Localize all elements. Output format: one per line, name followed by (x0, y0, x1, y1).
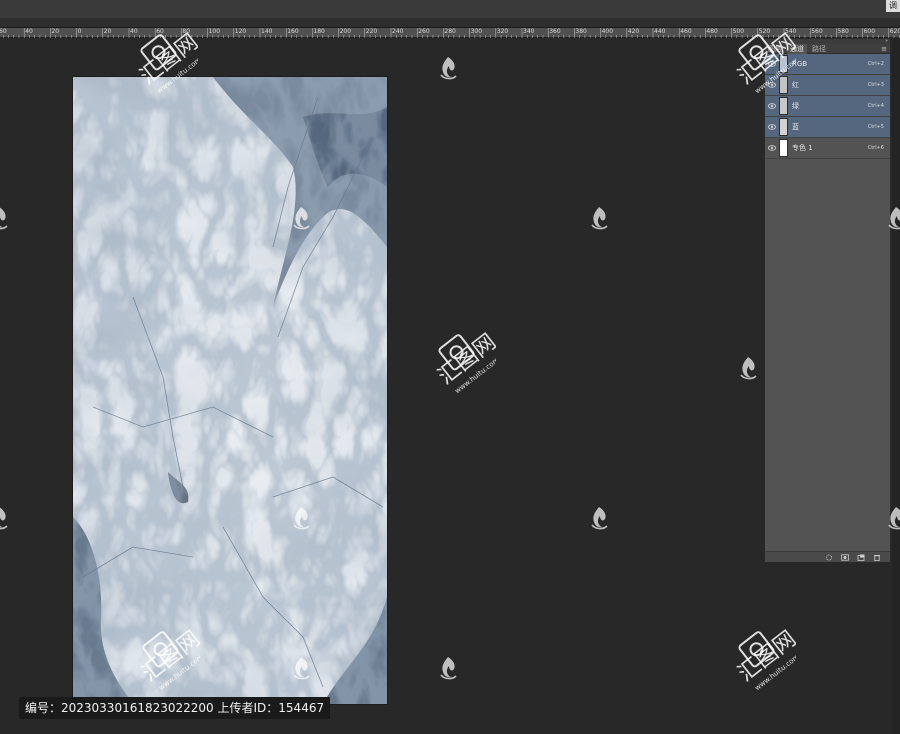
eye-icon[interactable] (768, 124, 776, 130)
watermark-flame-icon (0, 207, 8, 230)
ruler-label: 460 (680, 28, 692, 35)
marble-document[interactable] (73, 77, 387, 704)
save-selection-icon[interactable] (841, 554, 849, 561)
channel-name: 专色 1 (792, 144, 813, 152)
watermark-flame-icon (888, 507, 900, 530)
channel-thumbnail (779, 118, 788, 136)
ruler-label: 420 (627, 28, 640, 35)
ruler-label: 620 (889, 28, 900, 35)
panel-footer (765, 551, 890, 562)
watermark-flame-icon (591, 507, 608, 530)
watermark-logo: 汇图网www.huitu.com (434, 329, 496, 395)
watermark-logo: 汇图网www.huitu.com (136, 29, 198, 95)
delete-channel-icon[interactable] (873, 554, 881, 561)
watermark-flame-icon (888, 207, 900, 230)
vertical-scrollbar[interactable] (892, 38, 900, 734)
watermark-logo: 汇图网www.huitu.com (138, 626, 200, 692)
ruler-label: 140 (261, 28, 273, 35)
channel-shortcut: Ctrl+3 (867, 82, 884, 88)
channel-row-spot[interactable]: 专色 1 Ctrl+6 (765, 138, 890, 159)
watermark-flame-icon (591, 207, 608, 230)
watermark-flame-icon (293, 657, 310, 680)
watermark-flame-icon (440, 657, 457, 680)
watermark-flame-icon (293, 207, 310, 230)
ruler-label: 340 (523, 28, 535, 35)
ruler-label: 380 (575, 28, 587, 35)
panel-menu-icon[interactable]: ≡ (881, 44, 887, 54)
ruler-label: 580 (837, 28, 849, 35)
edge-button[interactable]: 调 (886, 0, 900, 12)
eye-icon[interactable] (768, 145, 776, 151)
document-tab-bar[interactable] (0, 18, 900, 28)
ruler-label: 400 (601, 28, 614, 35)
channel-shortcut: Ctrl+6 (867, 145, 884, 151)
ruler-label: 300 (470, 28, 483, 35)
watermark-flame-icon (293, 507, 310, 530)
watermark-flame-icon (440, 57, 457, 80)
channel-shortcut: Ctrl+2 (867, 61, 884, 67)
ruler-label: 320 (496, 28, 509, 35)
ruler-label: 40 (25, 28, 33, 35)
tab-paths[interactable]: 路径 (809, 44, 829, 54)
ruler-label: 100 (208, 28, 221, 35)
channel-name: 蓝 (792, 123, 799, 131)
ruler-label: 0 (77, 28, 82, 35)
load-selection-icon[interactable] (825, 554, 833, 561)
channel-row-blue[interactable]: 蓝 Ctrl+5 (765, 117, 890, 138)
new-channel-icon[interactable] (857, 554, 865, 561)
ruler-label: 600 (863, 28, 876, 35)
ruler-label: 260 (418, 28, 430, 35)
channel-shortcut: Ctrl+5 (867, 124, 884, 130)
ruler-label: 60 (0, 28, 7, 35)
channel-shortcut: Ctrl+4 (867, 103, 884, 109)
channel-thumbnail (779, 139, 788, 157)
ruler-label: 280 (444, 28, 456, 35)
watermark-flame-icon (0, 507, 8, 530)
ruler-label: 560 (811, 28, 823, 35)
channels-panel[interactable]: » 图层 通道 路径 ≡ RGB Ctrl+2 红 Ctrl+3 绿 Ctrl+… (764, 38, 891, 563)
app-top-strip: 调 (0, 0, 900, 18)
ruler-label: 360 (549, 28, 561, 35)
watermark-logo: 汇图网www.huitu.com (734, 29, 796, 95)
watermark-logo: 汇图网www.huitu.com (734, 626, 796, 692)
ruler-label: 220 (365, 28, 378, 35)
marble-texture (73, 77, 387, 704)
ruler-label: 20 (51, 28, 60, 35)
ruler-label: 160 (287, 28, 299, 35)
watermark-flame-icon (740, 357, 757, 380)
ruler-label: 440 (654, 28, 666, 35)
ruler-label: 120 (234, 28, 247, 35)
ruler-label: 240 (392, 28, 404, 35)
ruler-label: 180 (313, 28, 325, 35)
image-id-caption: 编号：20230330161823022200 上传者ID：154467 (19, 697, 330, 719)
ruler-label: 200 (339, 28, 352, 35)
